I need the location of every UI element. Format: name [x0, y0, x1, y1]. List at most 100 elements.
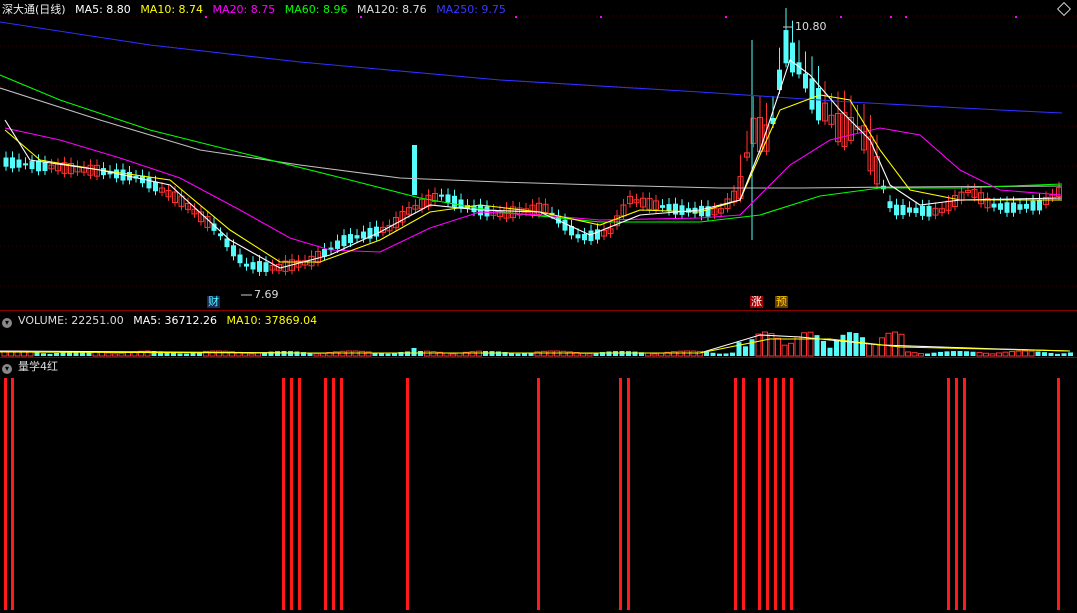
volume-bar — [34, 352, 40, 356]
candle-body — [335, 240, 340, 249]
volume-bar — [450, 353, 456, 357]
volume-bar — [840, 334, 846, 356]
volume-bar — [1048, 352, 1054, 356]
volume-ma5: MA5: 36712.26 — [133, 314, 217, 327]
candle-body — [16, 159, 22, 168]
candle-body — [263, 262, 269, 272]
signal-bar — [955, 378, 958, 610]
candle-body — [250, 262, 256, 270]
volume-bar — [216, 350, 222, 357]
indicator-chart[interactable] — [0, 358, 1077, 613]
candle-body — [361, 231, 366, 239]
candle-body — [920, 205, 925, 216]
signal-bar — [947, 378, 950, 610]
indicator-panel[interactable]: ▾ 量学4红 — [0, 358, 1077, 613]
signal-bar — [1057, 378, 1060, 610]
volume-bar — [469, 351, 476, 357]
candle-body — [1024, 203, 1029, 209]
volume-bar — [671, 351, 677, 357]
volume-bar — [112, 353, 118, 357]
candle-body — [907, 207, 912, 213]
signal-dot — [1015, 16, 1017, 18]
marker-yu-badge[interactable]: 预 — [775, 296, 788, 308]
volume-panel[interactable]: ▾ VOLUME: 22251.00 MA5: 36712.26 MA10: 37… — [0, 311, 1077, 357]
candle-body — [894, 204, 899, 216]
volume-bar — [379, 353, 384, 356]
ma60-label: MA60: 8.96 — [284, 3, 348, 16]
candle-body — [412, 145, 417, 195]
volume-bar — [54, 352, 59, 356]
ma10-line — [4, 94, 1062, 263]
volume-bar — [938, 351, 943, 356]
volume-bar — [248, 353, 255, 357]
candle-body — [23, 163, 28, 166]
candle-body — [1011, 202, 1016, 213]
candle-body — [900, 204, 906, 216]
candle-body — [218, 233, 223, 237]
candle-body — [991, 203, 997, 208]
signal-bar — [963, 378, 966, 610]
volume-bar — [275, 351, 280, 356]
signal-bar — [4, 378, 7, 610]
price-chart-panel[interactable]: 深大通(日线) MA5: 8.80 MA10: 8.74 MA20: 8.75 … — [0, 0, 1077, 310]
candle-body — [354, 235, 360, 239]
volume-bar — [723, 353, 729, 356]
volume-bar — [339, 350, 346, 357]
volume-bar — [794, 336, 801, 357]
candle-body — [588, 230, 594, 242]
signal-bar — [774, 378, 777, 610]
candle-body — [783, 30, 789, 64]
volume-bar — [964, 351, 969, 356]
volume-bar — [385, 353, 391, 356]
volume-bar — [184, 353, 189, 356]
candle-body — [42, 161, 48, 172]
signal-bar — [782, 378, 785, 610]
signal-bar — [627, 378, 630, 610]
volume-bar — [970, 351, 976, 356]
indicator-header: ▾ 量学4红 — [2, 360, 64, 374]
volume-bar — [879, 337, 885, 357]
volume-bar — [288, 351, 293, 356]
volume-bar — [931, 352, 937, 356]
signal-bar — [282, 378, 285, 610]
volume-bar — [755, 333, 762, 357]
candle-body — [10, 157, 15, 169]
volume-bar — [606, 351, 612, 356]
signal-dot — [890, 16, 892, 18]
volume-value: VOLUME: 22251.00 — [18, 314, 124, 327]
volume-menu-icon[interactable]: ▾ — [2, 318, 12, 328]
candle-body — [1037, 199, 1042, 211]
volume-bar — [677, 350, 684, 357]
volume-bar — [957, 351, 963, 356]
indicator-menu-icon[interactable]: ▾ — [2, 364, 12, 374]
volume-bar — [613, 351, 618, 356]
price-chart[interactable] — [0, 0, 1077, 310]
volume-bar — [47, 353, 53, 356]
signal-bar — [734, 378, 737, 610]
candle-body — [237, 254, 243, 264]
ma10-label: MA10: 8.74 — [140, 3, 204, 16]
signal-bar — [619, 378, 622, 610]
candle-body — [790, 42, 795, 73]
signal-bar — [537, 378, 540, 610]
signal-bar — [742, 378, 745, 610]
volume-bar — [294, 351, 300, 356]
volume-bar — [892, 331, 898, 357]
volume-bar — [522, 353, 527, 356]
candle-body — [660, 205, 665, 208]
volume-bar — [105, 352, 112, 357]
volume-bar — [359, 350, 365, 357]
volume-bar — [476, 350, 482, 357]
high-price-label: 10.80 — [795, 20, 827, 33]
volume-bar — [976, 351, 983, 357]
marker-cai-badge[interactable]: 财 — [207, 296, 220, 308]
volume-bar — [775, 337, 781, 357]
candle-body — [673, 203, 678, 215]
candle-body — [439, 194, 444, 197]
signal-dot — [840, 16, 842, 18]
volume-bar — [834, 340, 839, 356]
ma20-line — [4, 127, 1063, 253]
ma250-label: MA250: 9.75 — [436, 3, 506, 16]
volume-bar — [710, 352, 716, 356]
marker-zhang-badge[interactable]: 涨 — [750, 296, 763, 308]
